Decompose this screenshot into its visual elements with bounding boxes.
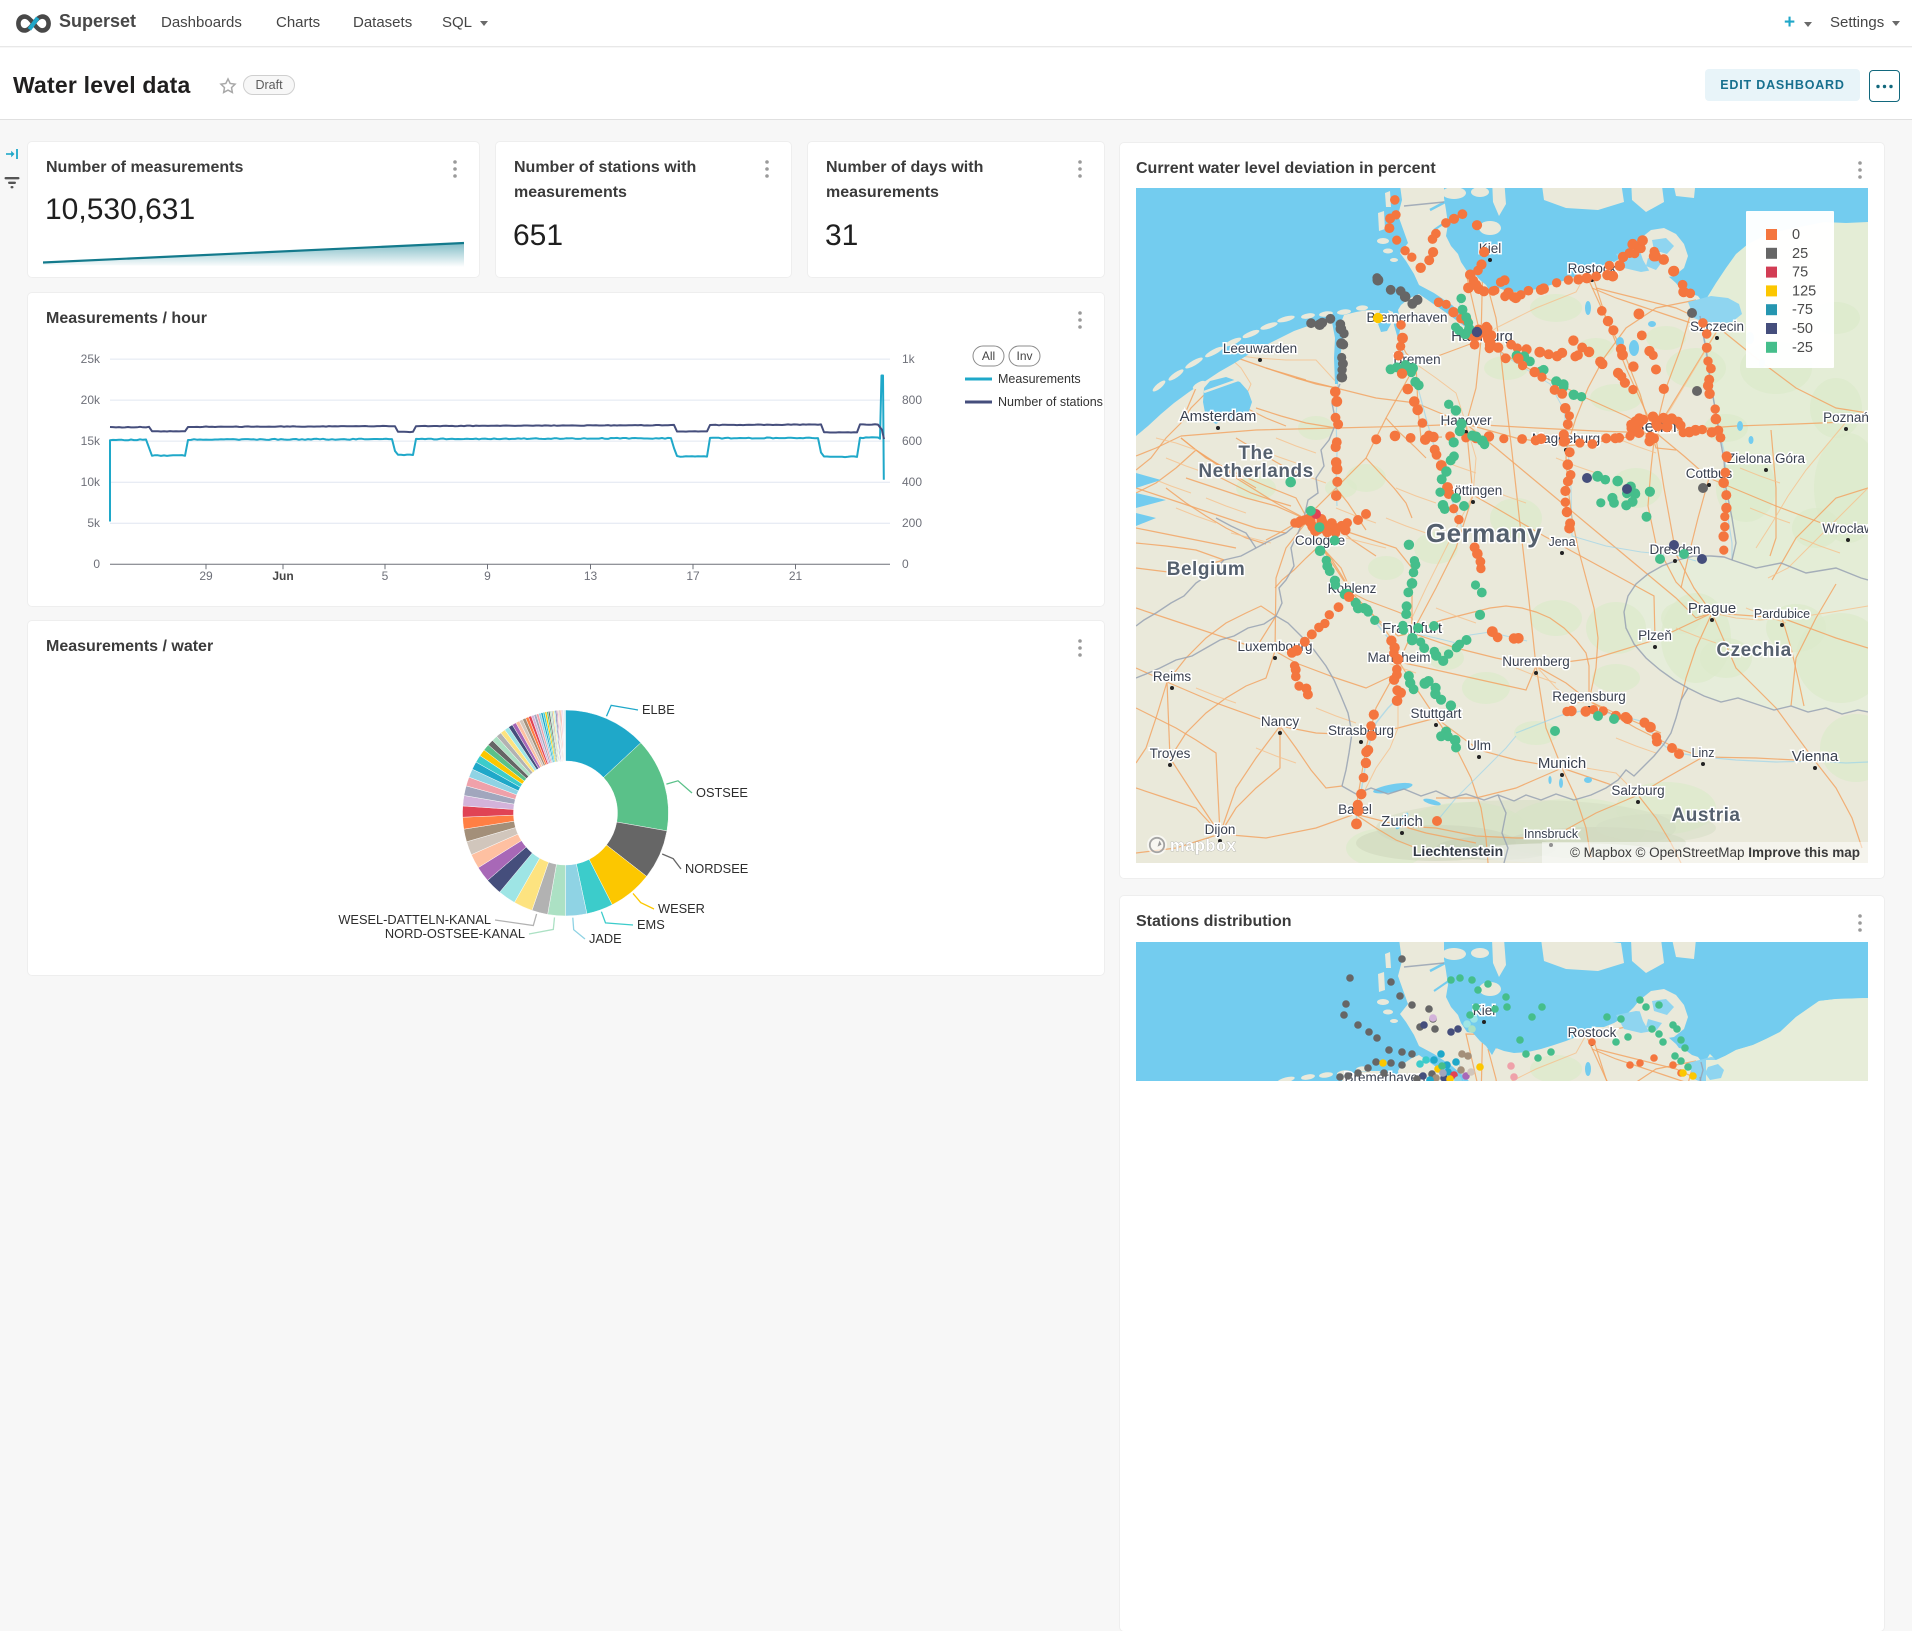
svg-text:Czechia: Czechia bbox=[1716, 640, 1791, 661]
svg-text:Netherlands: Netherlands bbox=[1198, 461, 1313, 482]
svg-text:ELBE: ELBE bbox=[642, 702, 675, 717]
svg-text:-75: -75 bbox=[1792, 302, 1813, 318]
svg-text:5k: 5k bbox=[87, 516, 101, 530]
svg-text:JADE: JADE bbox=[589, 931, 622, 946]
svg-text:-25: -25 bbox=[1792, 340, 1813, 356]
svg-text:0: 0 bbox=[902, 557, 909, 571]
svg-text:OSTSEE: OSTSEE bbox=[696, 785, 748, 800]
svg-text:Salzburg: Salzburg bbox=[1611, 783, 1664, 798]
svg-text:Wrocław: Wrocław bbox=[1822, 521, 1868, 536]
svg-text:Rostock: Rostock bbox=[1568, 1025, 1617, 1040]
svg-text:Leeuwarden: Leeuwarden bbox=[1223, 341, 1297, 356]
svg-text:Jun: Jun bbox=[272, 569, 293, 583]
svg-text:NORD-OSTSEE-KANAL: NORD-OSTSEE-KANAL bbox=[385, 926, 525, 941]
svg-text:125: 125 bbox=[1792, 283, 1816, 299]
svg-text:17: 17 bbox=[686, 569, 700, 583]
svg-text:5: 5 bbox=[382, 569, 389, 583]
svg-text:Innsbruck: Innsbruck bbox=[1524, 827, 1579, 841]
svg-text:Linz: Linz bbox=[1692, 746, 1715, 760]
svg-text:Amsterdam: Amsterdam bbox=[1180, 408, 1257, 425]
svg-text:0: 0 bbox=[1792, 227, 1800, 243]
svg-text:Ulm: Ulm bbox=[1467, 738, 1491, 753]
svg-text:EMS: EMS bbox=[637, 917, 665, 932]
svg-text:NORDSEE: NORDSEE bbox=[685, 861, 748, 876]
svg-text:Inv: Inv bbox=[1016, 349, 1032, 363]
svg-text:Dijon: Dijon bbox=[1205, 822, 1236, 837]
svg-text:Jena: Jena bbox=[1548, 535, 1575, 549]
svg-text:10k: 10k bbox=[81, 475, 101, 489]
svg-text:Zurich: Zurich bbox=[1381, 813, 1423, 830]
svg-text:Munich: Munich bbox=[1538, 755, 1586, 772]
svg-text:Nuremberg: Nuremberg bbox=[1502, 654, 1570, 669]
svg-text:Measurements: Measurements bbox=[998, 372, 1081, 386]
svg-text:15k: 15k bbox=[81, 434, 101, 448]
svg-text:Number of stations: Number of stations bbox=[998, 395, 1103, 409]
svg-text:Szczecin: Szczecin bbox=[1690, 319, 1744, 334]
svg-text:mapbox: mapbox bbox=[1170, 837, 1237, 855]
svg-text:-50: -50 bbox=[1792, 321, 1813, 337]
svg-text:29: 29 bbox=[199, 569, 213, 583]
svg-text:9: 9 bbox=[484, 569, 491, 583]
svg-text:Nancy: Nancy bbox=[1261, 714, 1300, 729]
svg-text:Poznań: Poznań bbox=[1823, 410, 1868, 425]
svg-text:20k: 20k bbox=[81, 393, 101, 407]
svg-text:Prague: Prague bbox=[1688, 600, 1736, 617]
svg-text:1k: 1k bbox=[902, 352, 916, 366]
svg-text:600: 600 bbox=[902, 434, 922, 448]
svg-text:Liechtenstein: Liechtenstein bbox=[1413, 843, 1503, 859]
svg-text:WESER: WESER bbox=[658, 901, 705, 916]
svg-text:800: 800 bbox=[902, 393, 922, 407]
svg-text:0: 0 bbox=[93, 557, 100, 571]
svg-text:Zielona Góra: Zielona Góra bbox=[1727, 451, 1806, 466]
svg-text:25k: 25k bbox=[81, 352, 101, 366]
svg-text:21: 21 bbox=[789, 569, 803, 583]
svg-text:Austria: Austria bbox=[1672, 805, 1741, 826]
svg-text:All: All bbox=[982, 349, 995, 363]
svg-text:Regensburg: Regensburg bbox=[1552, 689, 1626, 704]
svg-text:Strasbourg: Strasbourg bbox=[1328, 723, 1394, 738]
svg-text:Reims: Reims bbox=[1153, 669, 1192, 684]
svg-text:Germany: Germany bbox=[1426, 518, 1542, 548]
svg-text:25: 25 bbox=[1792, 246, 1808, 262]
svg-text:Plzeň: Plzeň bbox=[1638, 628, 1672, 643]
svg-text:200: 200 bbox=[902, 516, 922, 530]
svg-text:13: 13 bbox=[584, 569, 598, 583]
svg-text:Vienna: Vienna bbox=[1792, 748, 1839, 765]
svg-text:© Mapbox © OpenStreetMap Impro: © Mapbox © OpenStreetMap Improve this ma… bbox=[1570, 845, 1860, 860]
svg-text:Belgium: Belgium bbox=[1167, 559, 1245, 580]
svg-text:400: 400 bbox=[902, 475, 922, 489]
svg-text:75: 75 bbox=[1792, 265, 1808, 281]
svg-text:WESEL-DATTELN-KANAL: WESEL-DATTELN-KANAL bbox=[338, 912, 491, 927]
svg-text:Pardubice: Pardubice bbox=[1754, 607, 1810, 621]
svg-text:Troyes: Troyes bbox=[1150, 746, 1191, 761]
